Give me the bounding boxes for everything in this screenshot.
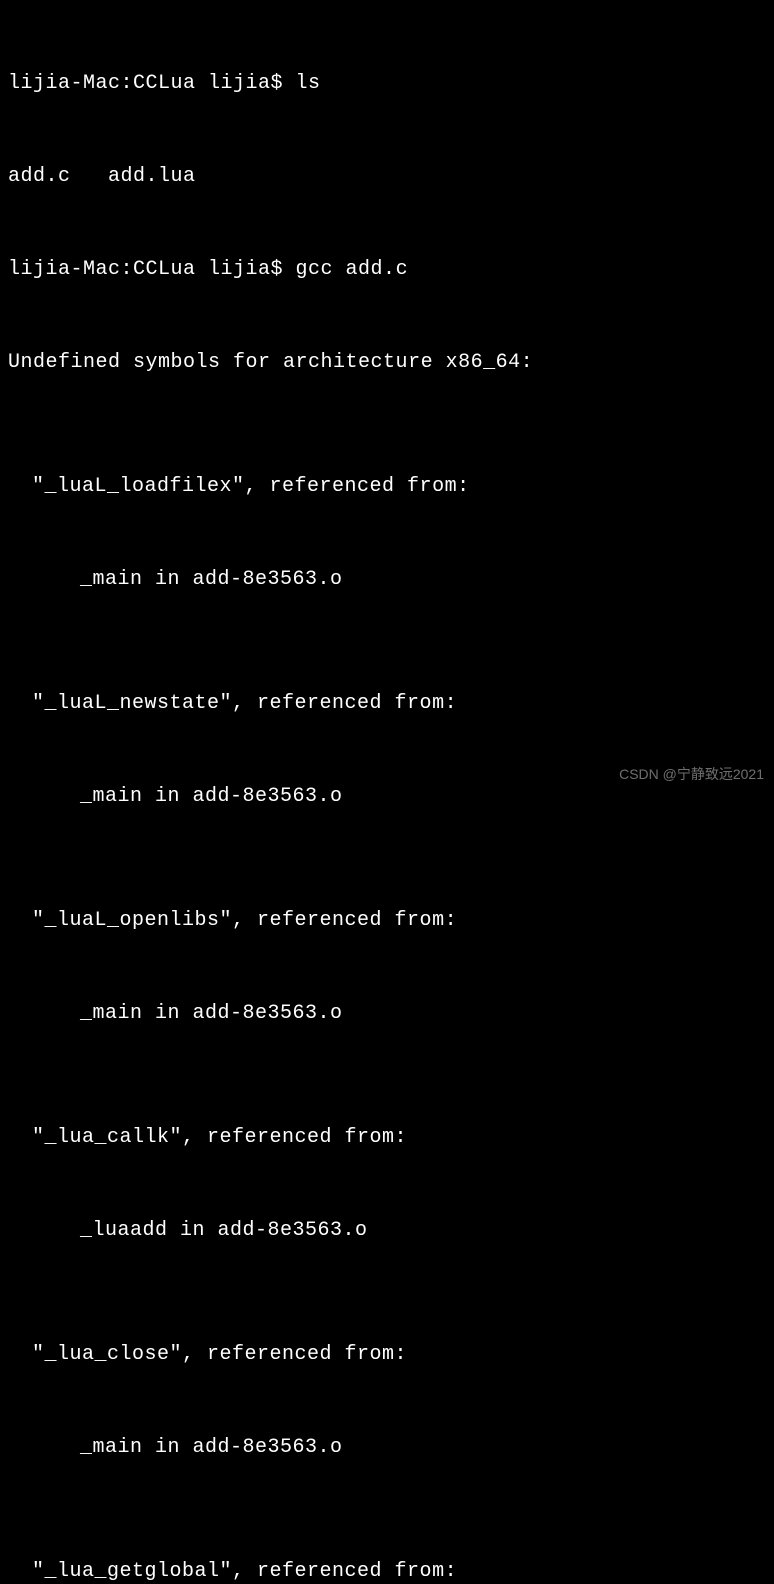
command-ls: ls	[296, 72, 321, 95]
prompt-host: lijia-Mac:CCLua lijia$	[8, 258, 296, 281]
symbol-name: "_luaL_openlibs", referenced from:	[8, 905, 766, 936]
watermark-text: CSDN @宁静致远2021	[619, 764, 764, 786]
prompt-line-2: lijia-Mac:CCLua lijia$ gcc add.c	[8, 254, 766, 285]
symbol-name: "_luaL_newstate", referenced from:	[8, 688, 766, 719]
ls-output: add.c add.lua	[8, 161, 766, 192]
symbol-ref: _luaadd in add-8e3563.o	[8, 1215, 766, 1246]
symbol-ref: _main in add-8e3563.o	[8, 1432, 766, 1463]
prompt-line-1: lijia-Mac:CCLua lijia$ ls	[8, 68, 766, 99]
symbol-ref: _main in add-8e3563.o	[8, 564, 766, 595]
symbol-name: "_lua_getglobal", referenced from:	[8, 1556, 766, 1584]
symbol-name: "_luaL_loadfilex", referenced from:	[8, 471, 766, 502]
terminal-output[interactable]: lijia-Mac:CCLua lijia$ ls add.c add.lua …	[8, 6, 766, 1584]
symbol-name: "_lua_close", referenced from:	[8, 1339, 766, 1370]
error-header: Undefined symbols for architecture x86_6…	[8, 347, 766, 378]
command-gcc: gcc add.c	[296, 258, 409, 281]
prompt-host: lijia-Mac:CCLua lijia$	[8, 72, 296, 95]
symbol-name: "_lua_callk", referenced from:	[8, 1122, 766, 1153]
symbol-ref: _main in add-8e3563.o	[8, 998, 766, 1029]
